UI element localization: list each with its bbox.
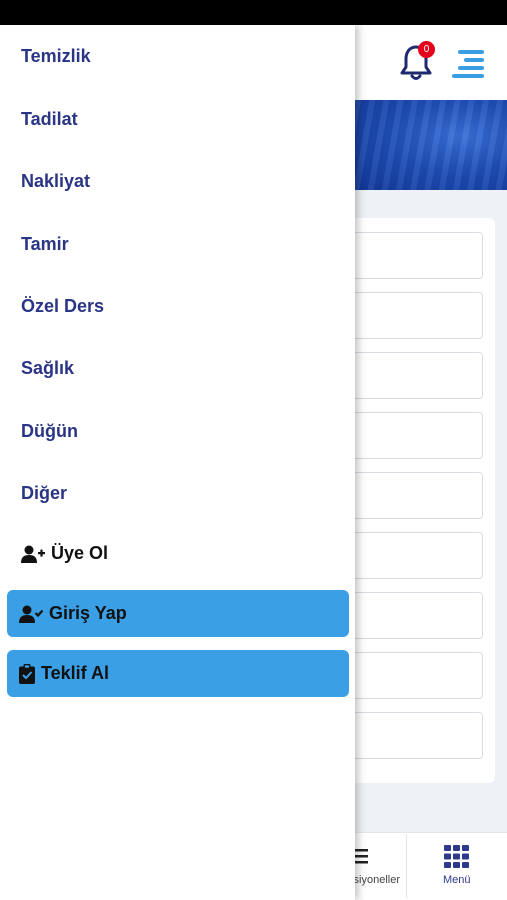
form-field[interactable]: [345, 412, 483, 459]
form-field[interactable]: [345, 592, 483, 639]
nav-options-label[interactable]: Opsiyoneller: [355, 874, 400, 886]
get-quote-label: Teklif Al: [41, 663, 110, 683]
nav-divider: [406, 834, 407, 898]
user-plus-icon: [21, 545, 45, 563]
navigation-drawer: Temizlik Tadilat Nakliyat Tamir Özel Der…: [0, 25, 355, 900]
clipboard-check-icon: [19, 663, 35, 684]
form-field[interactable]: [345, 352, 483, 399]
drawer-item-tamir[interactable]: Tamir: [21, 234, 69, 255]
drawer-item-dugun[interactable]: Düğün: [21, 421, 78, 442]
form-field[interactable]: [345, 292, 483, 339]
drawer-item-ozel-ders[interactable]: Özel Ders: [21, 296, 104, 317]
form-field[interactable]: [345, 232, 483, 279]
login-label: Giriş Yap: [49, 603, 127, 623]
form-field[interactable]: [345, 472, 483, 519]
drawer-item-saglik[interactable]: Sağlık: [21, 358, 74, 379]
notification-badge: 0: [418, 41, 435, 58]
nav-menu-label[interactable]: Menü: [443, 874, 471, 886]
grid-menu-icon[interactable]: [444, 845, 469, 868]
form-field[interactable]: [345, 712, 483, 759]
form-field[interactable]: [345, 532, 483, 579]
register-link[interactable]: Üye Ol: [21, 543, 108, 564]
register-label: Üye Ol: [51, 543, 109, 563]
form-field[interactable]: [345, 652, 483, 699]
user-check-icon: [19, 605, 43, 623]
drawer-item-temizlik[interactable]: Temizlik: [21, 46, 91, 67]
hero-banner: [355, 100, 507, 190]
drawer-item-nakliyat[interactable]: Nakliyat: [21, 171, 90, 192]
status-bar: [0, 0, 507, 25]
get-quote-button[interactable]: Teklif Al: [7, 650, 349, 697]
hamburger-menu-icon[interactable]: [450, 46, 486, 80]
drawer-item-tadilat[interactable]: Tadilat: [21, 109, 78, 130]
drawer-item-diger[interactable]: Diğer: [21, 483, 67, 504]
login-button[interactable]: Giriş Yap: [7, 590, 349, 637]
bottom-navigation: [355, 832, 507, 900]
